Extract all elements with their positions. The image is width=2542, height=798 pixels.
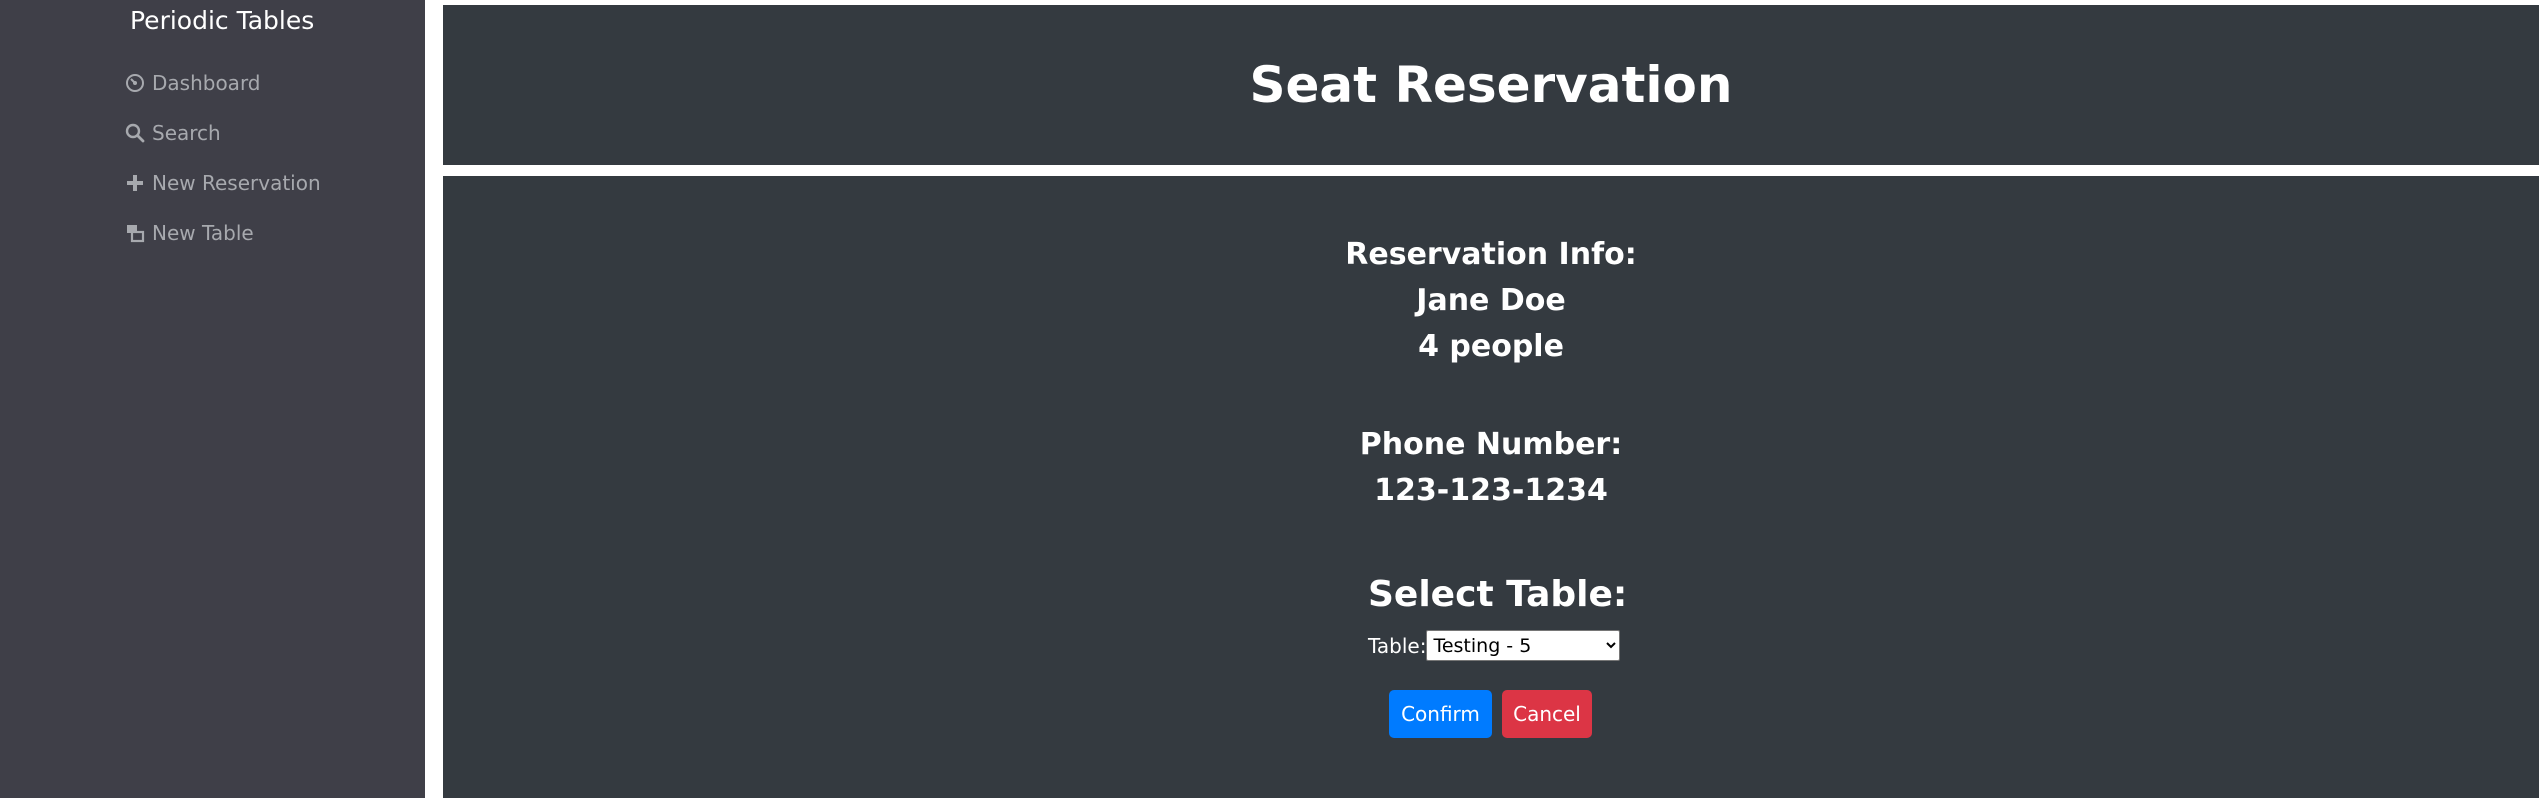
reservation-info-heading: Reservation Info: <box>1345 237 1637 272</box>
sidebar-item-new-table[interactable]: New Table <box>124 208 321 258</box>
table-select-row: Table: Testing - 5 <box>1368 630 1621 661</box>
reservation-name: Jane Doe <box>1416 283 1566 318</box>
header-panel: Seat Reservation <box>443 5 2539 165</box>
sidebar-item-label: New Table <box>152 221 254 245</box>
table-select[interactable]: Testing - 5 <box>1426 630 1621 661</box>
reservation-info: Reservation Info: Jane Doe 4 people <box>443 232 2539 370</box>
phone-heading: Phone Number: <box>1359 427 1623 462</box>
sidebar-nav: Dashboard Search New Reservation New Tab… <box>124 58 321 258</box>
tables-icon <box>124 222 146 244</box>
phone-number: 123-123-1234 <box>1374 473 1608 508</box>
sidebar-item-label: Dashboard <box>152 71 261 95</box>
sidebar-item-dashboard[interactable]: Dashboard <box>124 58 321 108</box>
table-select-label: Table: <box>1368 633 1427 658</box>
sidebar-item-search[interactable]: Search <box>124 108 321 158</box>
page-title: Seat Reservation <box>1249 56 1733 114</box>
sidebar-item-new-reservation[interactable]: New Reservation <box>124 158 321 208</box>
sidebar-item-label: Search <box>152 121 221 145</box>
brand-title[interactable]: Periodic Tables <box>130 6 314 35</box>
plus-icon <box>124 172 146 194</box>
phone-info: Phone Number: 123-123-1234 <box>443 422 2539 514</box>
confirm-button[interactable]: Confirm <box>1389 690 1492 738</box>
party-size: 4 people <box>1418 329 1564 364</box>
dashboard-icon <box>124 72 146 94</box>
sidebar-item-label: New Reservation <box>152 171 321 195</box>
select-table-title: Select Table: <box>1368 574 1628 615</box>
reservation-panel: Reservation Info: Jane Doe 4 people Phon… <box>443 176 2539 798</box>
search-icon <box>124 122 146 144</box>
sidebar: Periodic Tables Dashboard Search New Res… <box>0 0 425 798</box>
cancel-button[interactable]: Cancel <box>1502 690 1592 738</box>
